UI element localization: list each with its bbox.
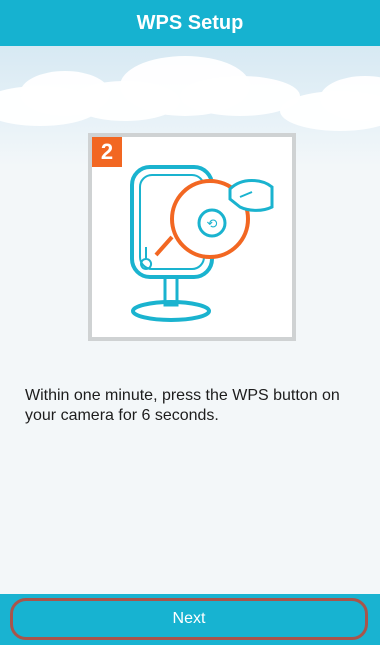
camera-wps-press-icon: ⟲ [130,165,274,322]
main-content: 2 ⟲ Within one minute, press the WPS but… [0,46,380,594]
header-bar: WPS Setup [0,0,380,46]
svg-text:⟲: ⟲ [207,217,218,232]
next-button[interactable]: Next [10,598,368,640]
wps-illustration: 2 ⟲ [88,133,296,341]
footer-bar: Next [0,594,380,645]
instruction-text: Within one minute, press the WPS button … [25,387,340,424]
page-title: WPS Setup [136,11,244,34]
